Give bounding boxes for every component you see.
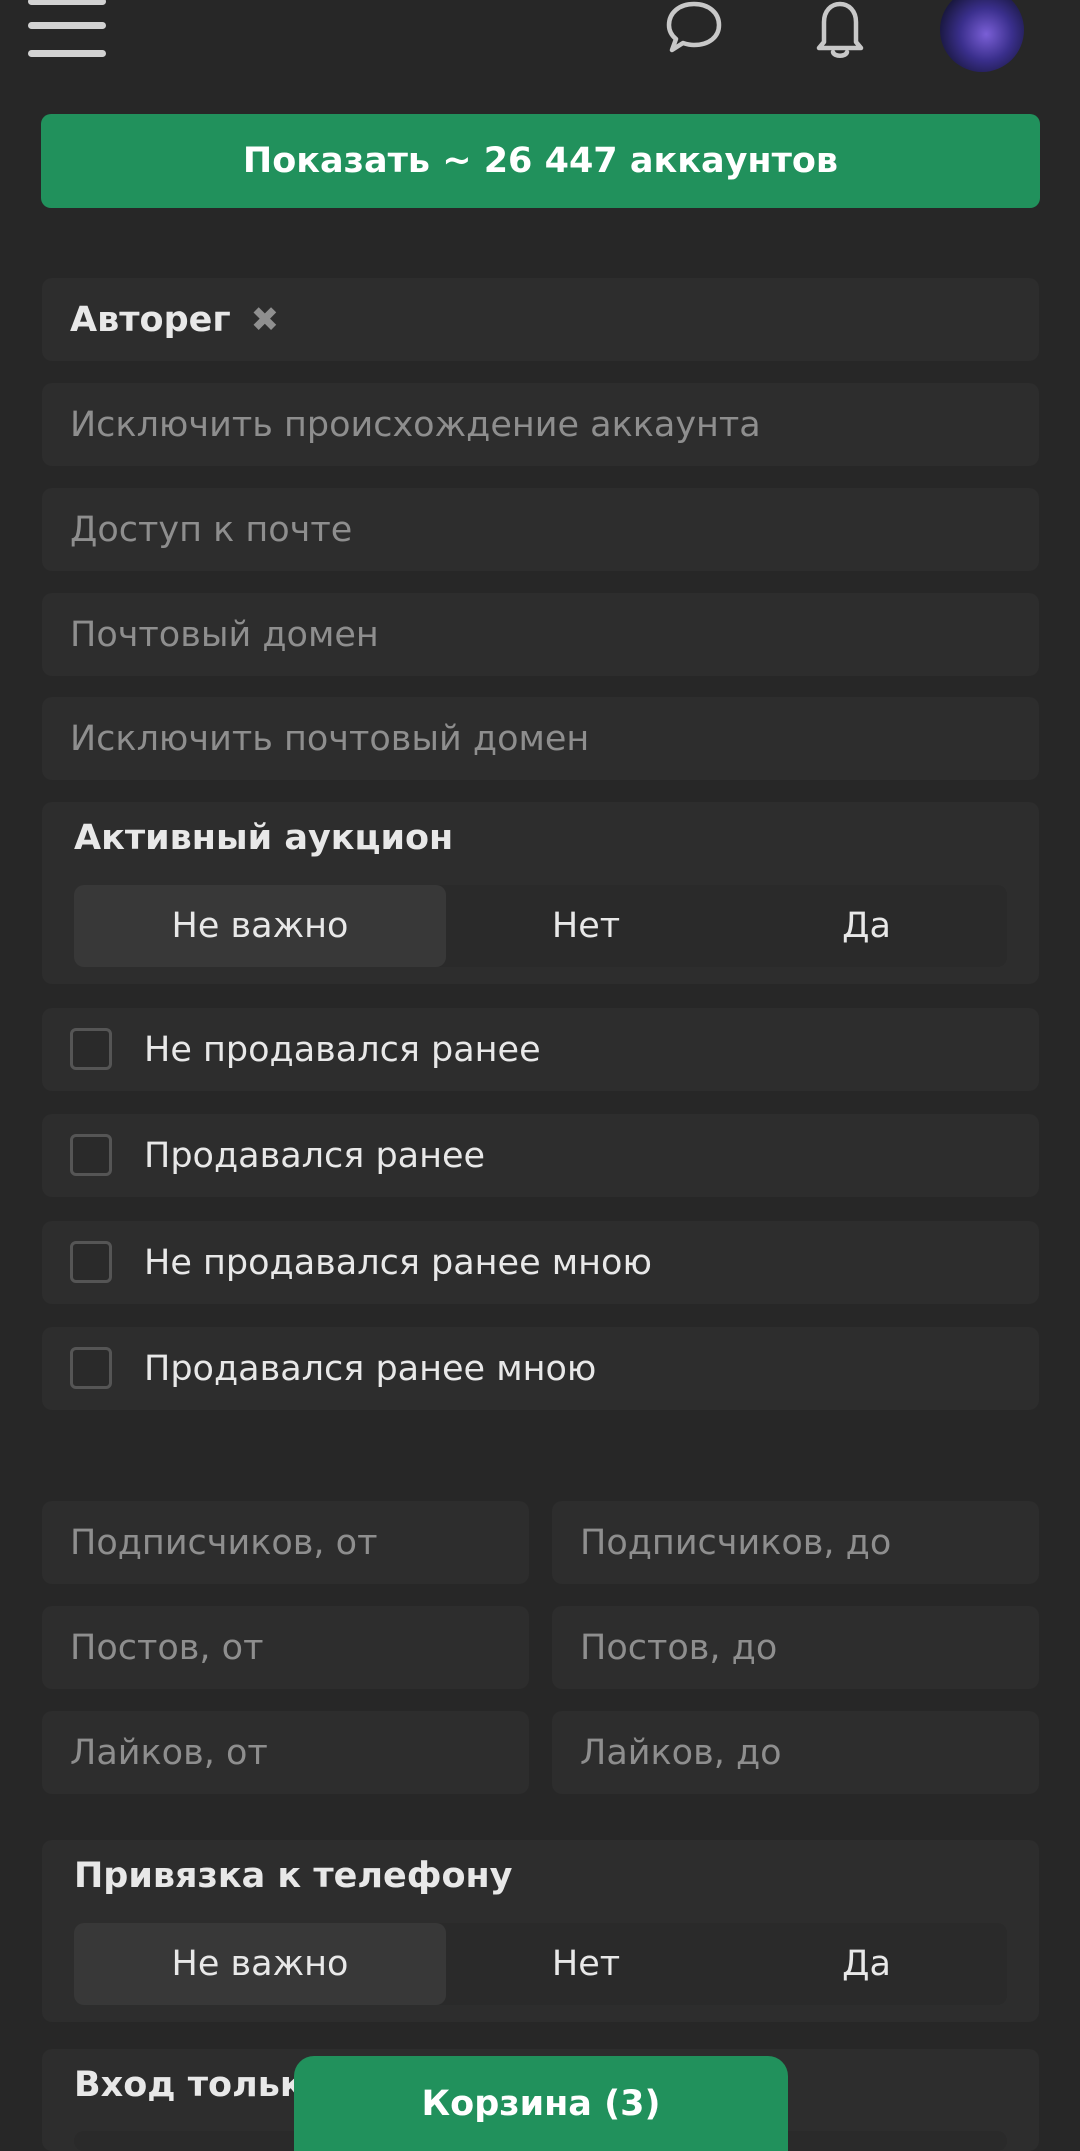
phone-binding-option-any[interactable]: Не важно [74,1923,446,2005]
checkbox-row-sold-before[interactable]: Продавался ранее [42,1114,1039,1197]
phone-binding-option-yes[interactable]: Да [726,1923,1007,2005]
chat-bubble-icon[interactable] [664,0,724,60]
phone-binding-title: Привязка к телефону [74,1856,513,1896]
phone-binding-group: Привязка к телефону Не важно Нет Да [42,1840,1039,2022]
checkbox-row-not-sold-before[interactable]: Не продавался ранее [42,1008,1039,1091]
origin-tag-label: Авторег [70,299,231,340]
posts-from-input[interactable]: Постов, от [42,1606,529,1689]
cart-button[interactable]: Корзина (3) [294,2056,788,2151]
posts-to-input[interactable]: Постов, до [552,1606,1039,1689]
checkbox-row-sold-before-by-me[interactable]: Продавался ранее мною [42,1327,1039,1410]
checkbox-row-not-sold-before-by-me[interactable]: Не продавался ранее мною [42,1221,1039,1304]
remove-tag-icon[interactable]: ✖ [251,300,280,340]
mail-domain-input[interactable]: Почтовый домен [42,593,1039,676]
mail-access-select[interactable]: Доступ к почте [42,488,1039,571]
checkbox[interactable] [70,1028,112,1070]
origin-tag: Авторег ✖ [70,300,279,340]
phone-binding-option-no[interactable]: Нет [446,1923,726,2005]
active-auction-option-yes[interactable]: Да [726,885,1007,967]
followers-from-input[interactable]: Подписчиков, от [42,1501,529,1584]
likes-from-input[interactable]: Лайков, от [42,1711,529,1794]
top-bar [0,0,1080,80]
bell-icon[interactable] [810,0,870,60]
active-auction-option-no[interactable]: Нет [446,885,726,967]
hamburger-menu-icon[interactable] [28,0,106,60]
checkbox[interactable] [70,1347,112,1389]
active-auction-option-any[interactable]: Не важно [74,885,446,967]
checkbox-label: Не продавался ранее [144,1029,541,1070]
show-accounts-button[interactable]: Показать ~ 26 447 аккаунтов [41,114,1040,208]
checkbox[interactable] [70,1134,112,1176]
login-only-title: Вход только [74,2065,328,2105]
active-auction-group: Активный аукцион Не важно Нет Да [42,802,1039,984]
origin-field[interactable]: Авторег ✖ [42,278,1039,361]
avatar[interactable] [940,0,1024,72]
likes-to-input[interactable]: Лайков, до [552,1711,1039,1794]
active-auction-segmented-control: Не важно Нет Да [74,885,1007,967]
checkbox-label: Продавался ранее мною [144,1348,597,1389]
exclude-origin-input[interactable]: Исключить происхождение аккаунта [42,383,1039,466]
followers-to-input[interactable]: Подписчиков, до [552,1501,1039,1584]
checkbox-label: Не продавался ранее мною [144,1242,652,1283]
active-auction-title: Активный аукцион [74,818,454,858]
checkbox[interactable] [70,1241,112,1283]
exclude-mail-domain-input[interactable]: Исключить почтовый домен [42,697,1039,780]
checkbox-label: Продавался ранее [144,1135,486,1176]
phone-binding-segmented-control: Не важно Нет Да [74,1923,1007,2005]
